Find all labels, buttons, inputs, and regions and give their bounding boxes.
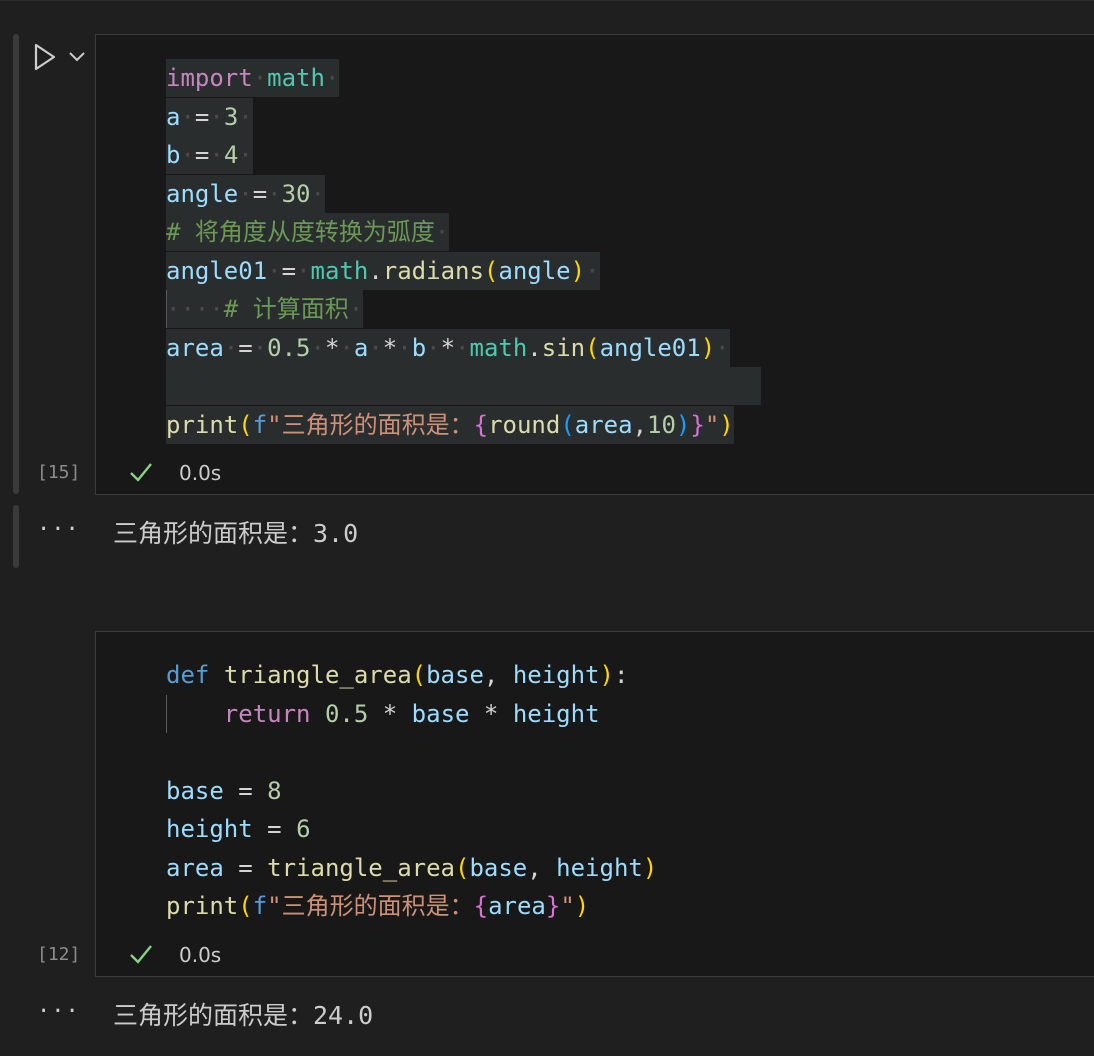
code-line: a·=·3·: [166, 98, 253, 136]
output-focus-indicator: [13, 505, 19, 568]
code-line: angle·=·30·: [166, 175, 325, 213]
output-actions-button[interactable]: ···: [37, 999, 80, 1024]
code-line: height = 6: [166, 815, 311, 843]
check-icon: [130, 463, 152, 482]
execution-count: [15]: [37, 462, 81, 483]
check-icon: [130, 945, 152, 964]
execution-time: 0.0s: [179, 461, 222, 485]
code-line: def triangle_area(base, height):: [166, 661, 629, 689]
run-options-button[interactable]: [68, 48, 86, 67]
code-line: b·=·4·: [166, 136, 253, 174]
status-success: [128, 942, 154, 970]
code-line: area·=·0.5·*·a·*·b·*·math.sin(angle01)·: [166, 329, 730, 367]
cell-output: 三角形的面积是：3.0: [113, 519, 359, 548]
code-line: print(f"三角形的面积是：{area}"): [166, 892, 590, 920]
indent-guide: [166, 290, 167, 328]
code-line: return 0.5 * base * height: [223, 700, 600, 728]
cell-output: 三角形的面积是：24.0: [113, 1001, 374, 1030]
cell-focus-indicator: [13, 34, 19, 494]
execution-count: [12]: [37, 944, 81, 965]
indent-guide: [166, 695, 167, 733]
status-success: [128, 460, 154, 488]
code-line: print(f"三角形的面积是：{round(area,10)}"): [166, 406, 734, 444]
code-line: ····# 计算面积·: [166, 290, 364, 328]
code-line: area = triangle_area(base, height): [166, 854, 658, 882]
code-cell-1[interactable]: import·math· a·=·3· b·=·4· angle·=·30· #…: [95, 34, 1094, 495]
top-divider: [0, 0, 1094, 1]
code-line: angle01·=·math.radians(angle)·: [166, 252, 600, 290]
play-icon: [34, 43, 56, 71]
code-line: [166, 367, 761, 405]
code-cell-2[interactable]: def triangle_area(base, height): return …: [95, 631, 1094, 977]
execution-time: 0.0s: [179, 943, 222, 967]
code-line: import·math·: [166, 59, 340, 97]
run-cell-button[interactable]: [32, 42, 58, 76]
code-line: base = 8: [166, 777, 282, 805]
chevron-down-icon: [69, 52, 85, 62]
code-line: # 将角度从度转换为弧度·: [166, 213, 450, 251]
output-actions-button[interactable]: ···: [37, 517, 80, 542]
